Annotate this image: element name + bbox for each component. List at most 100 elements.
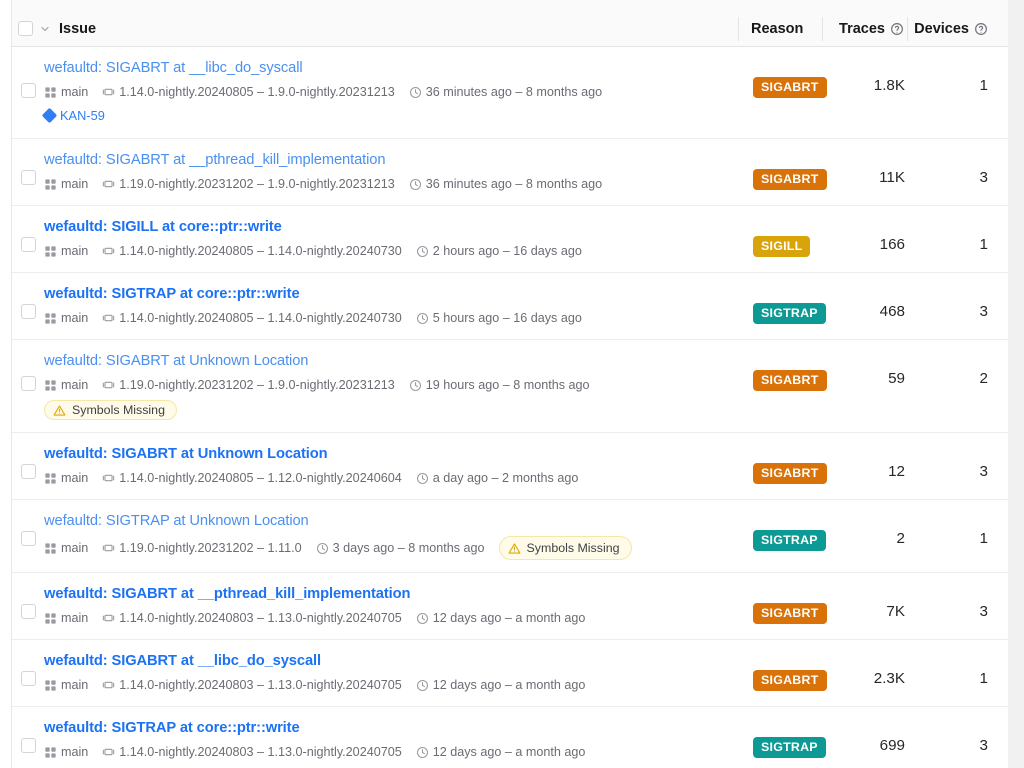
question-circle-icon[interactable]	[890, 22, 904, 36]
row-traces-count: 2	[896, 530, 905, 547]
row-checkbox[interactable]	[20, 464, 36, 479]
grid-icon	[44, 379, 57, 392]
issue-title-link[interactable]: wefaultd: SIGABRT at Unknown Location	[44, 445, 733, 464]
row-time: 3 days ago – 8 months ago	[316, 539, 485, 557]
row-checkbox-cell[interactable]	[12, 352, 44, 391]
table-row[interactable]: wefaultd: SIGTRAP at core::ptr::write mai…	[12, 707, 1008, 768]
issue-title-link[interactable]: wefaultd: SIGILL at core::ptr::write	[44, 218, 733, 237]
release-tag-icon	[102, 679, 115, 692]
question-circle-icon[interactable]	[974, 22, 988, 36]
row-checkbox[interactable]	[20, 604, 36, 619]
table-row[interactable]: wefaultd: SIGABRT at __pthread_kill_impl…	[12, 139, 1008, 206]
row-checkbox-cell[interactable]	[12, 652, 44, 686]
column-header-reason[interactable]: Reason	[739, 11, 822, 47]
row-checkbox-cell[interactable]	[12, 151, 44, 185]
issue-title-link[interactable]: wefaultd: SIGTRAP at core::ptr::write	[44, 719, 733, 738]
status-badge: SIGABRT	[753, 603, 827, 625]
jira-diamond-icon	[41, 107, 58, 124]
page-scrollbar[interactable]	[1008, 0, 1024, 768]
table-row[interactable]: wefaultd: SIGABRT at Unknown Location mai…	[12, 340, 1008, 433]
row-checkbox[interactable]	[20, 376, 36, 391]
row-reason-cell: SIGABRT	[741, 585, 827, 625]
row-content: wefaultd: SIGABRT at Unknown Location mai…	[44, 445, 741, 487]
row-checkbox-cell[interactable]	[12, 585, 44, 619]
issue-title-link[interactable]: wefaultd: SIGABRT at __pthread_kill_impl…	[44, 151, 733, 170]
row-metadata: main 1.14.0-nightly.20240803 – 1.13.0-nig…	[44, 676, 733, 694]
table-row[interactable]: wefaultd: SIGILL at core::ptr::writemain…	[12, 206, 1008, 273]
row-time: 12 days ago – a month ago	[416, 743, 585, 761]
jira-issue-link[interactable]: KAN-59	[41, 107, 105, 124]
row-checkbox[interactable]	[20, 304, 36, 319]
row-release: 1.14.0-nightly.20240805 – 1.9.0-nightly.…	[102, 83, 395, 101]
row-release: 1.14.0-nightly.20240803 – 1.13.0-nightly…	[102, 743, 402, 761]
chevron-down-icon[interactable]	[38, 22, 52, 36]
issue-title-link[interactable]: wefaultd: SIGTRAP at core::ptr::write	[44, 285, 733, 304]
column-header-devices[interactable]: Devices	[908, 11, 1008, 47]
row-release-label: 1.19.0-nightly.20231202 – 1.9.0-nightly.…	[119, 177, 395, 191]
warning-triangle-icon	[508, 542, 521, 555]
symbols-missing-badge: Symbols Missing	[44, 400, 177, 420]
row-reason-cell: SIGTRAP	[741, 285, 826, 325]
row-project-label: main	[61, 85, 89, 99]
table-row[interactable]: wefaultd: SIGTRAP at core::ptr::write mai…	[12, 273, 1008, 340]
issue-title-link[interactable]: wefaultd: SIGTRAP at Unknown Location	[44, 512, 733, 531]
row-time: 5 hours ago – 16 days ago	[416, 309, 582, 327]
row-project-label: main	[61, 541, 89, 555]
clock-icon	[416, 679, 429, 692]
row-checkbox-cell[interactable]	[12, 285, 44, 319]
table-row[interactable]: wefaultd: SIGABRT at __pthread_kill_impl…	[12, 573, 1008, 640]
row-release-label: 1.19.0-nightly.20231202 – 1.9.0-nightly.…	[119, 378, 395, 392]
grid-icon	[44, 746, 57, 759]
row-checkbox[interactable]	[20, 83, 36, 98]
row-reason-cell: SIGABRT	[741, 59, 827, 99]
column-header-issue-label: Issue	[59, 20, 97, 37]
row-time: 12 days ago – a month ago	[416, 609, 585, 627]
issue-title-link[interactable]: wefaultd: SIGABRT at Unknown Location	[44, 352, 733, 371]
row-time-label: 5 hours ago – 16 days ago	[432, 311, 582, 325]
row-release-label: 1.19.0-nightly.20231202 – 1.11.0	[119, 541, 302, 555]
row-traces-count: 7K	[886, 603, 905, 620]
row-checkbox[interactable]	[20, 170, 36, 185]
row-checkbox[interactable]	[20, 738, 36, 753]
row-checkbox[interactable]	[20, 671, 36, 686]
row-traces-count: 2.3K	[873, 670, 905, 687]
row-reason-cell: SIGTRAP	[741, 512, 826, 552]
clock-icon	[416, 312, 429, 325]
status-badge: SIGABRT	[753, 370, 827, 392]
issue-title-link[interactable]: wefaultd: SIGABRT at __pthread_kill_impl…	[44, 585, 733, 604]
row-project-label: main	[61, 244, 89, 258]
row-reason-cell: SIGTRAP	[741, 719, 826, 759]
table-row[interactable]: wefaultd: SIGABRT at __libc_do_syscallma…	[12, 47, 1008, 139]
column-header-issue[interactable]: Issue	[12, 11, 738, 47]
status-badge: SIGTRAP	[753, 303, 826, 325]
row-content: wefaultd: SIGABRT at __pthread_kill_impl…	[44, 585, 741, 627]
grid-icon	[44, 86, 57, 99]
row-checkbox-cell[interactable]	[12, 445, 44, 479]
row-time: 12 days ago – a month ago	[416, 676, 585, 694]
table-row[interactable]: wefaultd: SIGTRAP at Unknown Location mai…	[12, 500, 1008, 573]
row-content: wefaultd: SIGABRT at __libc_do_syscallma…	[44, 652, 741, 694]
row-checkbox[interactable]	[20, 237, 36, 252]
row-checkbox-cell[interactable]	[12, 719, 44, 753]
select-all-checkbox[interactable]	[18, 21, 33, 36]
row-release: 1.19.0-nightly.20231202 – 1.9.0-nightly.…	[102, 175, 395, 193]
table-row[interactable]: wefaultd: SIGABRT at Unknown Location mai…	[12, 433, 1008, 500]
row-devices-count: 2	[979, 370, 988, 387]
row-time: a day ago – 2 months ago	[416, 469, 578, 487]
row-checkbox[interactable]	[20, 531, 36, 546]
row-devices-count: 3	[979, 303, 988, 320]
issue-title-link[interactable]: wefaultd: SIGABRT at __libc_do_syscall	[44, 59, 733, 78]
row-project-label: main	[61, 471, 89, 485]
column-header-traces[interactable]: Traces	[823, 11, 907, 47]
row-release-label: 1.14.0-nightly.20240805 – 1.14.0-nightly…	[119, 311, 402, 325]
issue-title-link[interactable]: wefaultd: SIGABRT at __libc_do_syscall	[44, 652, 733, 671]
row-checkbox-cell[interactable]	[12, 218, 44, 252]
row-checkbox-cell[interactable]	[12, 512, 44, 546]
status-badge: SIGABRT	[753, 463, 827, 485]
row-devices-count: 1	[979, 670, 988, 687]
row-checkbox-cell[interactable]	[12, 59, 44, 98]
row-time-label: 36 minutes ago – 8 months ago	[425, 177, 603, 191]
table-row[interactable]: wefaultd: SIGABRT at __libc_do_syscallma…	[12, 640, 1008, 707]
row-project: main	[44, 469, 88, 487]
release-tag-icon	[102, 612, 115, 625]
